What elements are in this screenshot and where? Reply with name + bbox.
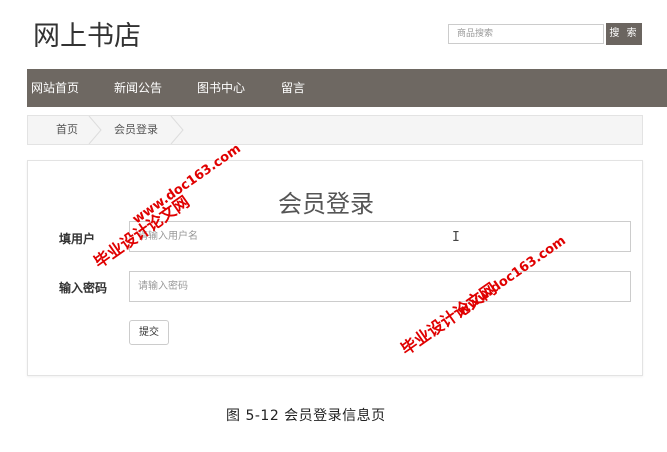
breadcrumb-separator-icon: [88, 116, 102, 144]
nav-item-home[interactable]: 网站首页: [31, 69, 79, 107]
password-field[interactable]: 请输入密码: [129, 271, 631, 302]
nav-item-message[interactable]: 留言: [281, 69, 305, 107]
site-logo[interactable]: 网上书店: [33, 14, 141, 53]
breadcrumb-home[interactable]: 首页: [56, 116, 78, 144]
text-cursor-icon: I: [452, 230, 460, 245]
nav-item-news[interactable]: 新闻公告: [114, 69, 162, 107]
submit-button[interactable]: 提交: [129, 320, 169, 345]
breadcrumb-separator-icon: [170, 116, 184, 144]
breadcrumb-current: 会员登录: [114, 123, 158, 136]
username-label: 填用户: [59, 232, 96, 246]
search-button[interactable]: 搜 索: [606, 23, 642, 45]
password-label: 输入密码: [59, 281, 108, 295]
breadcrumb: 首页 会员登录: [27, 115, 643, 145]
figure-caption: 图 5-12 会员登录信息页: [226, 408, 386, 424]
nav-item-books[interactable]: 图书中心: [197, 69, 245, 107]
form-title: 会员登录: [278, 190, 374, 218]
search-input[interactable]: 商品搜索: [448, 24, 604, 44]
main-nav: 网站首页 新闻公告 图书中心 留言: [27, 69, 667, 107]
